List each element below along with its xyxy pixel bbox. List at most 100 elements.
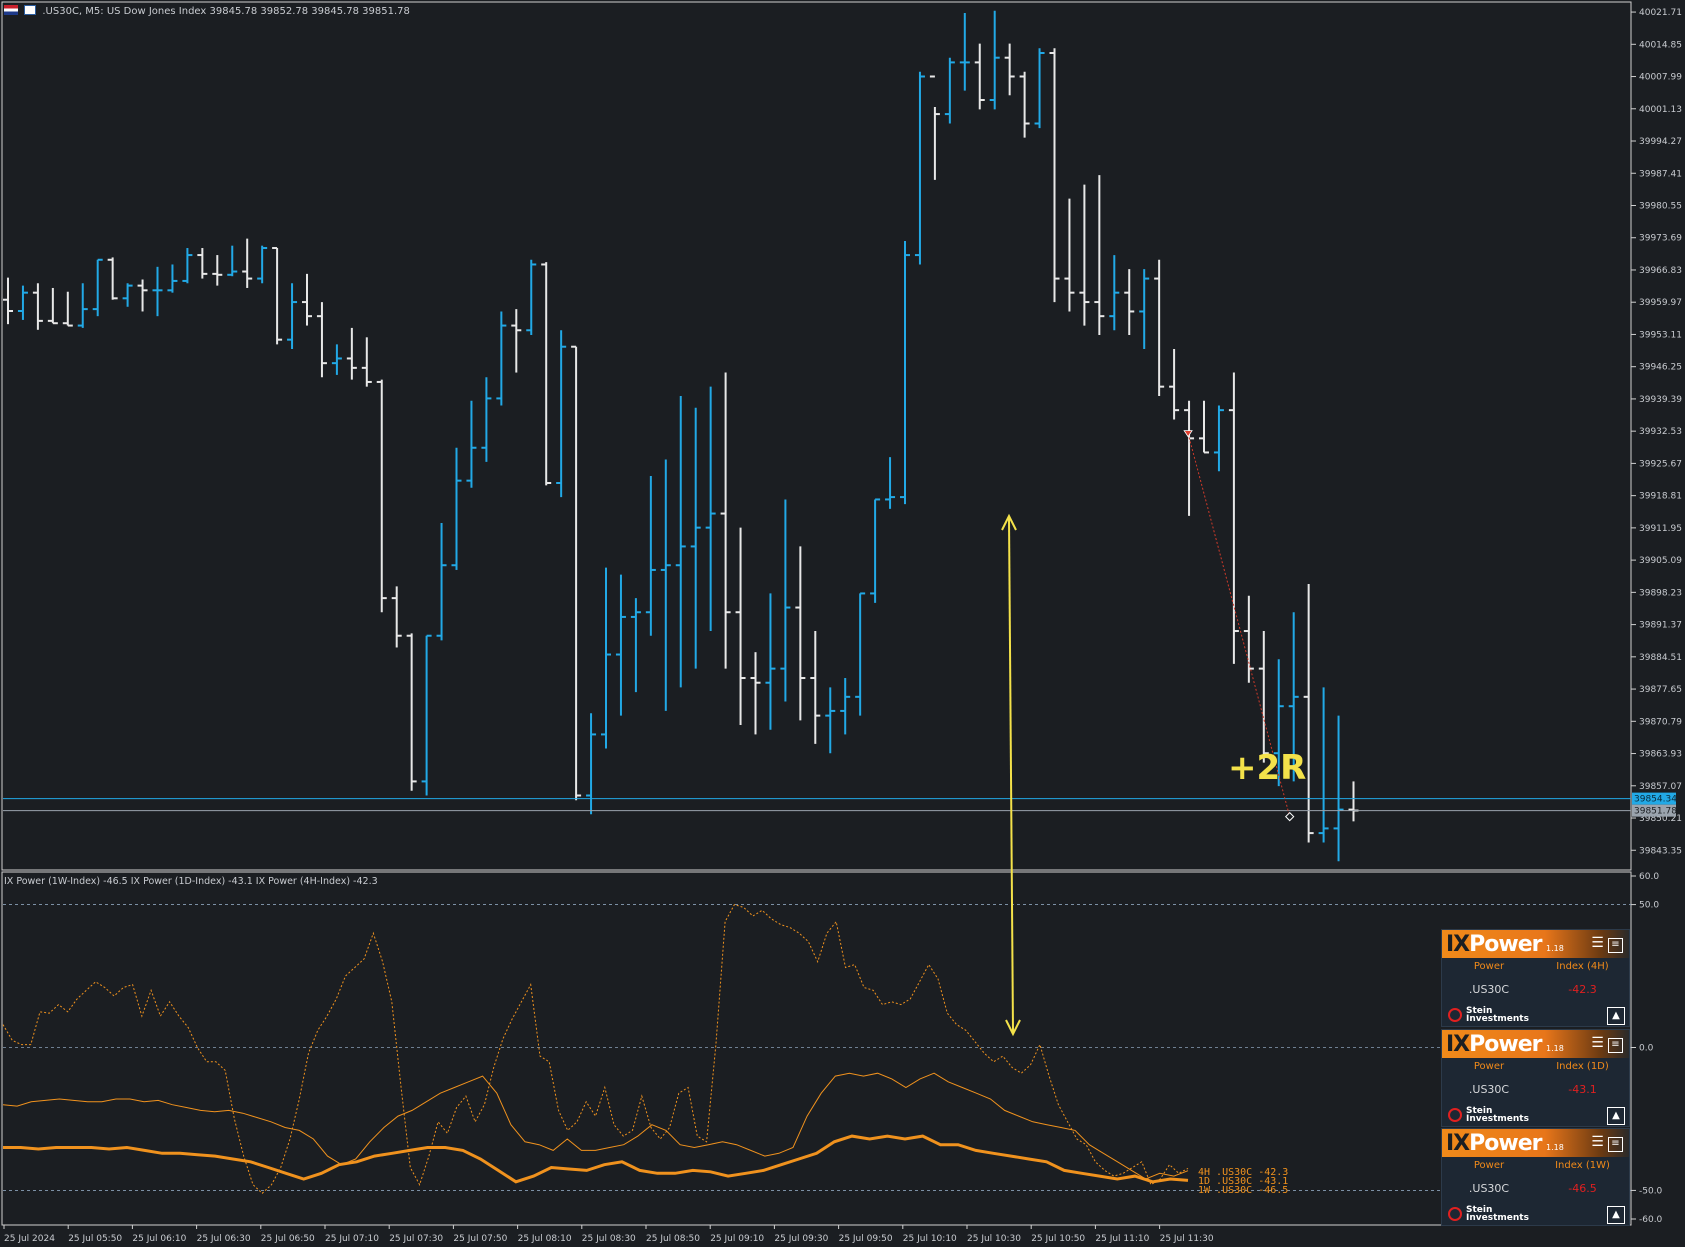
alert-bell-icon[interactable]: ▲ xyxy=(1607,1206,1625,1224)
ixpower-panel[interactable]: IXPower 1.18 ☰ ≡ Power Index (4H) .US30C -42.3 S… xyxy=(1441,929,1630,1027)
stein-bottom: Investments xyxy=(1466,1014,1529,1024)
price-tick-label: 40007.99 xyxy=(1639,73,1682,83)
time-tick-label: 25 Jul 08:30 xyxy=(582,1234,636,1244)
trading-chart[interactable]: 40021.71 40014.85 40007.99 40001.13 39994.27… xyxy=(0,0,1685,1247)
price-tick-label: 39870.79 xyxy=(1639,717,1682,727)
indicator-labels: 4H .US30C -42.31D .US30C -43.11W .US30C … xyxy=(1198,1167,1288,1196)
logo-ix: IX xyxy=(1446,1032,1470,1057)
alert-bell-icon[interactable]: ▲ xyxy=(1607,1007,1625,1025)
indicator-tick-label: 50.0 xyxy=(1639,901,1659,911)
stein-investments-label: Stein Investments xyxy=(1466,1007,1529,1024)
time-tick-label: 25 Jul 11:30 xyxy=(1160,1234,1214,1244)
panel-symbol: .US30C xyxy=(1468,983,1510,996)
price-tick-label: 39953.11 xyxy=(1639,330,1682,340)
menu-lines-icon[interactable]: ☰ xyxy=(1591,1036,1604,1050)
time-tick-label: 25 Jul 10:30 xyxy=(967,1234,1021,1244)
panel-symbol: .US30C xyxy=(1468,1182,1510,1195)
price-tick-label: 39925.67 xyxy=(1639,459,1682,469)
annotation-2r: +2R xyxy=(1228,748,1307,788)
panel-version: 1.18 xyxy=(1546,944,1564,953)
list-icon[interactable]: ≡ xyxy=(1608,1137,1623,1152)
price-tick-label: 39884.51 xyxy=(1639,653,1682,663)
time-tick-label: 25 Jul 09:10 xyxy=(710,1234,764,1244)
price-tick-label: 39863.93 xyxy=(1639,750,1682,760)
time-tick-label: 25 Jul 10:10 xyxy=(903,1234,957,1244)
price-tick-label: 39918.81 xyxy=(1639,492,1682,502)
price-tick-label: 39857.07 xyxy=(1639,782,1682,792)
panel-header: IXPower 1.18 ☰ ≡ xyxy=(1442,1129,1629,1157)
col-power: Power xyxy=(1473,1061,1505,1072)
time-tick-label: 25 Jul 05:50 xyxy=(68,1234,122,1244)
stein-bottom: Investments xyxy=(1466,1213,1529,1223)
time-tick-label: 25 Jul 2024 xyxy=(4,1234,55,1244)
price-tick-label: 39898.23 xyxy=(1639,588,1682,598)
price-tick-label: 39905.09 xyxy=(1639,556,1682,566)
menu-lines-icon[interactable]: ☰ xyxy=(1591,936,1604,950)
ixpower-logo: IXPower xyxy=(1446,1032,1543,1057)
chart-type-icon[interactable] xyxy=(24,5,37,15)
panel-value: -46.5 xyxy=(1568,1182,1597,1195)
time-tick-label: 25 Jul 07:50 xyxy=(453,1234,507,1244)
stein-bottom: Investments xyxy=(1466,1114,1529,1124)
panel-value: -43.1 xyxy=(1568,1083,1597,1096)
price-tick-label: 39966.83 xyxy=(1639,266,1682,276)
panel-footer: Stein Investments ▲ xyxy=(1442,1203,1629,1225)
current-price-label: 39851.78 xyxy=(1634,807,1677,817)
indicator-tick-label: 60.0 xyxy=(1639,872,1659,882)
price-tick-label: 40014.85 xyxy=(1639,40,1682,50)
price-tick-label: 39877.65 xyxy=(1639,685,1682,695)
price-tick-label: 39994.27 xyxy=(1639,137,1682,147)
price-tick-label: 39939.39 xyxy=(1639,395,1682,405)
time-tick-label: 25 Jul 09:30 xyxy=(774,1234,828,1244)
logo-power: Power xyxy=(1469,1131,1542,1156)
ixpower-logo: IXPower xyxy=(1446,932,1543,957)
price-tick-label: 39973.69 xyxy=(1639,234,1682,244)
time-tick-label: 25 Jul 08:50 xyxy=(646,1234,700,1244)
panel-version: 1.18 xyxy=(1546,1143,1564,1152)
ixpower-panel[interactable]: IXPower 1.18 ☰ ≡ Power Index (1D) .US30C -43.1 S… xyxy=(1441,1029,1630,1127)
price-tick-label: 40021.71 xyxy=(1639,8,1682,18)
ixpower-logo: IXPower xyxy=(1446,1131,1543,1156)
col-power: Power xyxy=(1473,1160,1505,1171)
time-tick-label: 25 Jul 10:50 xyxy=(1031,1234,1085,1244)
panel-header: IXPower 1.18 ☰ ≡ xyxy=(1442,930,1629,958)
panel-header: IXPower 1.18 ☰ ≡ xyxy=(1442,1030,1629,1058)
price-tick-label: 39980.55 xyxy=(1639,201,1682,211)
stein-investments-label: Stein Investments xyxy=(1466,1107,1529,1124)
panel-symbol: .US30C xyxy=(1468,1083,1510,1096)
price-tick-label: 39946.25 xyxy=(1639,363,1682,373)
flag-icon xyxy=(4,5,18,15)
price-tick-label: 39987.41 xyxy=(1639,169,1682,179)
time-tick-label: 25 Jul 08:10 xyxy=(518,1234,572,1244)
panel-footer: Stein Investments ▲ xyxy=(1442,1004,1629,1026)
level-price-label: 39854.34 xyxy=(1634,795,1677,805)
indicator-tick-label: 0.0 xyxy=(1639,1044,1654,1054)
price-tick-label: 39843.35 xyxy=(1639,846,1682,856)
price-tick-label: 39911.95 xyxy=(1639,524,1682,534)
list-icon[interactable]: ≡ xyxy=(1608,1038,1623,1053)
alert-bell-icon[interactable]: ▲ xyxy=(1607,1107,1625,1125)
price-tick-label: 40001.13 xyxy=(1639,105,1682,115)
stein-investments-label: Stein Investments xyxy=(1466,1206,1529,1223)
col-index: Index (4H) xyxy=(1556,961,1609,972)
col-index: Index (1D) xyxy=(1556,1061,1609,1072)
indicator-series-label: 1W .US30C -46.5 xyxy=(1198,1185,1288,1196)
logo-ix: IX xyxy=(1446,1131,1470,1156)
list-icon[interactable]: ≡ xyxy=(1608,938,1623,953)
chart-title: .US30C, M5: US Dow Jones Index 39845.78 … xyxy=(42,6,410,17)
time-tick-label: 25 Jul 06:10 xyxy=(132,1234,186,1244)
menu-lines-icon[interactable]: ☰ xyxy=(1591,1135,1604,1149)
col-power: Power xyxy=(1473,961,1505,972)
panel-value: -42.3 xyxy=(1568,983,1597,996)
time-tick-label: 25 Jul 07:30 xyxy=(389,1234,443,1244)
stein-logo-icon xyxy=(1448,1207,1462,1221)
indicator-tick-label: -60.0 xyxy=(1639,1215,1663,1225)
time-tick-label: 25 Jul 09:50 xyxy=(839,1234,893,1244)
indicator-tick-label: -50.0 xyxy=(1639,1186,1663,1196)
chart-header: .US30C, M5: US Dow Jones Index 39845.78 … xyxy=(4,5,410,17)
logo-ix: IX xyxy=(1446,932,1470,957)
ixpower-panel[interactable]: IXPower 1.18 ☰ ≡ Power Index (1W) .US30C -46.5 S… xyxy=(1441,1128,1630,1226)
time-tick-label: 25 Jul 06:30 xyxy=(197,1234,251,1244)
price-tick-label: 39959.97 xyxy=(1639,298,1682,308)
price-tick-label: 39932.53 xyxy=(1639,427,1682,437)
